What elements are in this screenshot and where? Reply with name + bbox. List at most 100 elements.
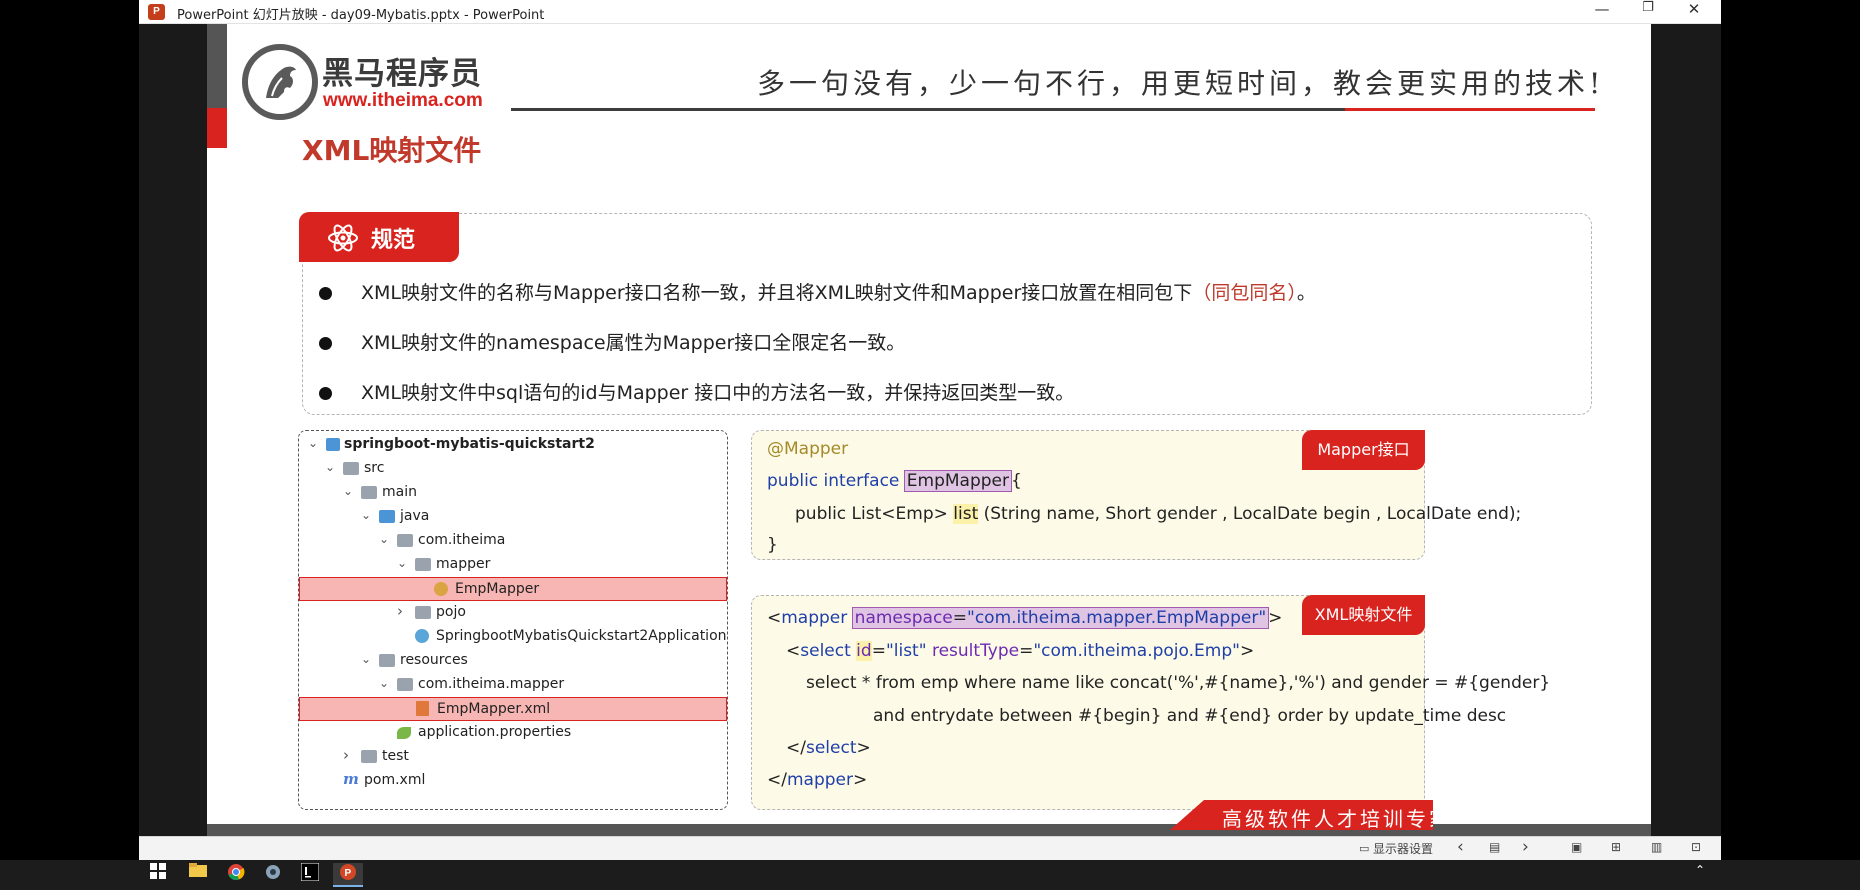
chevron-down-icon[interactable]: ⌄: [343, 484, 353, 498]
display-settings-button[interactable]: 显示器设置: [1373, 840, 1433, 857]
close-button[interactable]: ✕: [1671, 0, 1717, 24]
tree-label: EmpMapper: [455, 581, 540, 597]
chevron-down-icon[interactable]: ⌄: [379, 676, 389, 690]
bullet-text-2: XML映射文件的namespace属性为Mapper接口全限定名一致。: [361, 332, 906, 354]
tree-item-project[interactable]: ⌄ springboot-mybatis-quickstart2: [299, 433, 727, 457]
tree-item-application-class[interactable]: SpringbootMybatisQuickstart2Application: [299, 625, 727, 649]
next-slide-button[interactable]: ›: [1522, 837, 1529, 857]
footer-text: 高级软件人才培训专家: [1222, 807, 1452, 831]
chrome-icon[interactable]: [221, 863, 251, 887]
tree-label: application.properties: [418, 724, 572, 740]
attr-value: "com.itheima.pojo.Emp": [1033, 641, 1240, 661]
tree-item-java[interactable]: ⌄ java: [299, 505, 727, 529]
tag-name: mapper: [781, 608, 848, 628]
bracket: </: [767, 770, 787, 790]
windows-start-icon[interactable]: [143, 863, 173, 887]
minimize-button[interactable]: —: [1579, 0, 1625, 24]
slide-sorter-icon[interactable]: ⊞: [1611, 840, 1621, 854]
folder-icon: [361, 750, 377, 763]
chevron-right-icon[interactable]: ›: [343, 746, 349, 764]
bullet-1-main: XML映射文件的名称与Mapper接口名称一致，并且将XML映射文件和Mappe…: [361, 282, 1193, 304]
taskbar: P ⌃: [0, 860, 1860, 890]
restore-button[interactable]: ❐: [1625, 0, 1671, 24]
chevron-down-icon[interactable]: ⌄: [361, 652, 371, 666]
tree-item-resources[interactable]: ⌄ resources: [299, 649, 727, 673]
bullet-text-1: XML映射文件的名称与Mapper接口名称一致，并且将XML映射文件和Mappe…: [361, 278, 1316, 305]
tree-item-com-itheima[interactable]: ⌄ com.itheima: [299, 529, 727, 553]
normal-view-icon[interactable]: ▣: [1571, 840, 1582, 854]
tree-item-com-itheima-mapper[interactable]: ⌄ com.itheima.mapper: [299, 673, 727, 697]
tree-label: EmpMapper.xml: [437, 701, 551, 717]
attr-value: "list": [885, 641, 927, 661]
tag-name: select: [800, 641, 851, 661]
tag-name: mapper: [786, 770, 853, 790]
bracket: >: [853, 770, 868, 790]
tree-item-pojo[interactable]: › pojo: [299, 601, 727, 625]
svg-text:P: P: [345, 868, 352, 879]
previous-slide-button[interactable]: ‹: [1457, 837, 1464, 857]
method-params: (String name, Short gender , LocalDate b…: [978, 504, 1522, 524]
tree-item-test[interactable]: › test: [299, 745, 727, 769]
chevron-down-icon[interactable]: ⌄: [325, 460, 335, 474]
eq: =: [1019, 641, 1034, 661]
reading-view-icon[interactable]: ▥: [1651, 840, 1662, 854]
tree-label: java: [400, 508, 430, 524]
title-bar: P PowerPoint 幻灯片放映 - day09-Mybatis.pptx …: [139, 0, 1721, 24]
interface-name: EmpMapper: [903, 470, 1013, 492]
status-bar: ▭ 显示器设置 ‹ ▤ › ▣ ⊞ ▥ ⊡: [139, 836, 1721, 860]
bracket: </: [786, 738, 806, 758]
brand-name: 黑马程序员: [322, 56, 482, 92]
mapper-decl-line: public interface EmpMapper{: [767, 470, 1022, 492]
eq: =: [952, 608, 968, 628]
properties-file-icon: [397, 727, 411, 739]
chevron-down-icon[interactable]: ⌄: [308, 436, 318, 450]
id-attr-box: id: [856, 641, 872, 661]
slide-menu-icon[interactable]: ▤: [1489, 840, 1500, 854]
attr-value: "com.itheima.mapper.EmpMapper": [967, 608, 1267, 628]
chevron-down-icon[interactable]: ⌄: [361, 508, 371, 522]
xml-select-open: <select id="list" resultType="com.itheim…: [786, 641, 1254, 661]
tree-label: mapper: [436, 556, 491, 572]
tree-item-pom[interactable]: m pom.xml: [299, 769, 727, 793]
tree-label: main: [382, 484, 417, 500]
bracket: <: [767, 608, 782, 628]
tree-item-mapper[interactable]: ⌄ mapper: [299, 553, 727, 577]
bullet-dot: [319, 387, 332, 400]
slide[interactable]: 黑马程序员 www.itheima.com 多一句没有，少一句不行，用更短时间，…: [207, 24, 1651, 836]
chevron-down-icon[interactable]: ⌄: [397, 556, 407, 570]
namespace-attr-box: namespace="com.itheima.mapper.EmpMapper": [851, 607, 1270, 629]
tree-item-application-properties[interactable]: application.properties: [299, 721, 727, 745]
tree-item-empmapper-xml[interactable]: EmpMapper.xml: [299, 697, 727, 721]
slogan: 多一句没有，少一句不行，用更短时间，教会更实用的技术!: [757, 67, 1605, 100]
chevron-right-icon[interactable]: ›: [397, 602, 403, 620]
tree-item-src[interactable]: ⌄ src: [299, 457, 727, 481]
file-explorer-icon[interactable]: [183, 863, 213, 887]
window-title: PowerPoint 幻灯片放映 - day09-Mybatis.pptx - …: [177, 8, 545, 23]
xml-mapper-open: <mapper namespace="com.itheima.mapper.Em…: [767, 607, 1282, 629]
intellij-icon[interactable]: [295, 862, 325, 887]
tree-item-main[interactable]: ⌄ main: [299, 481, 727, 505]
tree-label: resources: [400, 652, 468, 668]
spring-class-icon: [415, 629, 429, 643]
tree-label: springboot-mybatis-quickstart2: [344, 436, 595, 452]
folder-icon: [361, 486, 377, 499]
tree-label: pojo: [436, 604, 466, 620]
header-gray-bar: [207, 24, 227, 108]
app-icon[interactable]: [258, 863, 288, 887]
xml-select-close: </select>: [786, 738, 871, 758]
monitor-icon: ▭: [1359, 842, 1370, 855]
bullet-1-highlight: （同包同名）: [1192, 282, 1297, 304]
xml-tag: XML映射文件: [1302, 595, 1425, 635]
slogan-underline: [511, 108, 1345, 111]
tree-label: com.itheima: [418, 532, 506, 548]
tree-item-empmapper[interactable]: EmpMapper: [299, 577, 727, 601]
brace: {: [1011, 471, 1022, 491]
spec-tab: 规范: [299, 212, 459, 262]
eq: =: [871, 641, 886, 661]
powerpoint-taskbar-icon[interactable]: P: [333, 863, 363, 887]
attr-name: resultType: [926, 641, 1020, 661]
slideshow-view-icon[interactable]: ⊡: [1691, 840, 1701, 854]
keyword: public interface: [767, 471, 905, 491]
chevron-down-icon[interactable]: ⌄: [379, 532, 389, 546]
chevron-up-icon[interactable]: ⌃: [1685, 863, 1715, 887]
